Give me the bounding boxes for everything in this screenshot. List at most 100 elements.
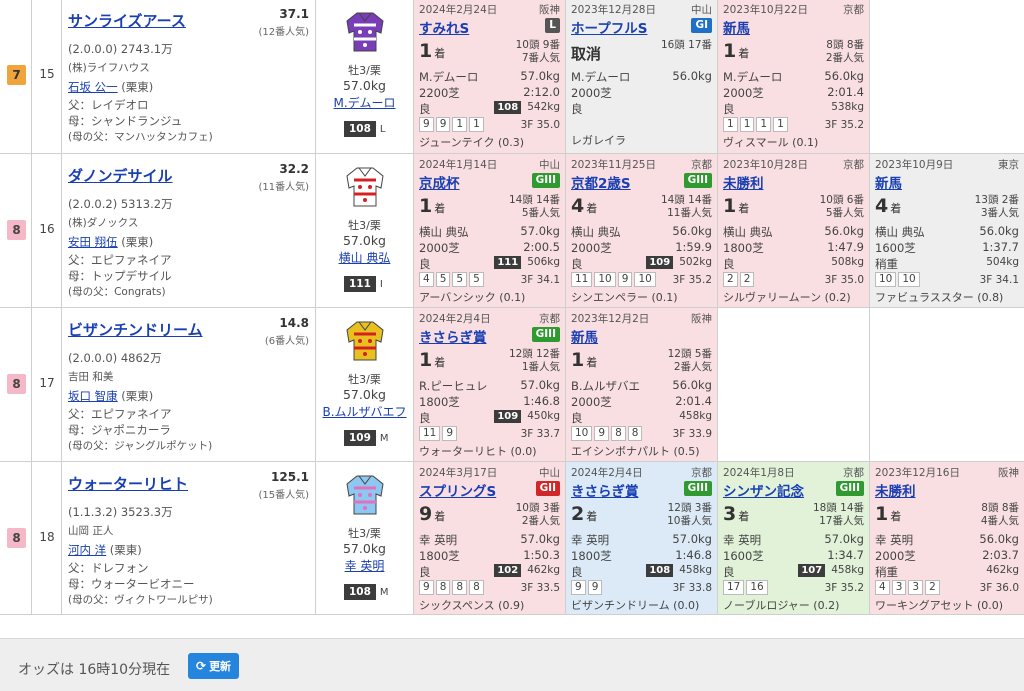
refresh-icon: ⟳ bbox=[196, 659, 207, 673]
track-condition: 良 bbox=[723, 102, 735, 116]
horse-weight-value: 458kg bbox=[831, 564, 864, 576]
past-weight: 57.0kg bbox=[520, 378, 560, 392]
field-info: 14頭 14番 5番人気 bbox=[509, 194, 560, 220]
past-race-cell[interactable]: 2024年2月4日 京都 きさらぎ賞 GIII 2 着 12頭 3番 10番人気幸 英明 57.… bbox=[566, 462, 718, 614]
past-race-name-link[interactable]: 京成杯 bbox=[419, 172, 460, 192]
past-popularity: 5番人気 bbox=[825, 207, 864, 219]
finish-number: 取消 bbox=[571, 45, 602, 63]
refresh-label: 更新 bbox=[209, 660, 232, 673]
jockey-link[interactable]: B.ムルザバエフ bbox=[316, 403, 413, 420]
trainer-link[interactable]: 坂口 智康 bbox=[68, 389, 118, 403]
jockey-link[interactable]: 幸 英明 bbox=[316, 557, 413, 574]
jockey-link[interactable]: M.デムーロ bbox=[316, 94, 413, 111]
jockey-silks-icon bbox=[346, 12, 384, 52]
finish-position: 1着 bbox=[723, 40, 749, 62]
past-race-name-link[interactable]: 京都2歳S bbox=[571, 172, 631, 192]
speed-index: 109 bbox=[494, 410, 522, 423]
finish-position: 1着 bbox=[571, 349, 597, 371]
corner-position: 5 bbox=[469, 272, 484, 287]
track-condition: 良 bbox=[723, 565, 735, 579]
owner-name: 山岡 正人 bbox=[68, 525, 114, 537]
trainer-link[interactable]: 河内 洋 bbox=[68, 543, 106, 557]
horse-name-link[interactable]: サンライズアース bbox=[68, 10, 186, 31]
past-race-name-link[interactable]: すみれS bbox=[419, 17, 469, 37]
past-race-cell[interactable]: 2024年2月24日 阪神 すみれS L 1 着 10頭 9番 7番人気 M.デムーロ 57.0k… bbox=[414, 0, 566, 153]
corner-position: 9 bbox=[617, 272, 633, 287]
waku-badge: 8 bbox=[7, 220, 26, 240]
past-race-cell[interactable]: 2024年1月8日 京都 シンザン記念 GIII 3 着 18頭 14番 17番人気幸 英明 5… bbox=[718, 462, 870, 614]
waku-badge: 7 bbox=[7, 65, 26, 85]
past-race-date: 2024年3月17日 bbox=[419, 467, 498, 479]
corner-positions: 10 10 bbox=[875, 272, 922, 287]
corner-position: 8 bbox=[435, 580, 451, 595]
horse-weight: 108 458kg bbox=[646, 564, 712, 577]
jockey-link[interactable]: 横山 典弘 bbox=[316, 249, 413, 266]
past-race-name-link[interactable]: 新馬 bbox=[875, 172, 902, 192]
past-distance: 2000芝 bbox=[571, 86, 612, 100]
past-race-name-link[interactable]: きさらぎ賞 bbox=[419, 326, 487, 346]
horse-name-link[interactable]: ダノンデサイル bbox=[68, 165, 173, 186]
corner-position: 8 bbox=[469, 580, 484, 595]
winner-margin: エイシンボナパルト (0.5) bbox=[571, 445, 700, 458]
past-distance: 1800芝 bbox=[723, 241, 764, 255]
past-race-venue: 京都 bbox=[691, 467, 712, 479]
past-race-venue: 京都 bbox=[843, 467, 864, 479]
past-race-cell[interactable]: 2024年2月4日 京都 きさらぎ賞 GIII 1 着 12頭 12番 1番人気 R.ピーヒュレ… bbox=[414, 308, 566, 461]
past-race-cell[interactable]: 2023年10月9日 東京 新馬 4 着 13頭 2番 3番人気 横山 典弘 56.0kg 160… bbox=[870, 154, 1024, 307]
odds-footer: オッズは 16時10分現在 ⟳ 更新 bbox=[0, 638, 1024, 691]
past-popularity: 4番人気 bbox=[980, 515, 1019, 527]
winner-margin: ビザンチンドリーム (0.0) bbox=[571, 599, 700, 612]
past-race-name-link[interactable]: きさらぎ賞 bbox=[571, 480, 639, 500]
past-race-cell[interactable]: 2024年3月17日 中山 スプリングS GII 9 着 10頭 3番 2番人気幸 英明 57.… bbox=[414, 462, 566, 614]
past-time: 1:46.8 bbox=[675, 548, 712, 562]
past-race-name-link[interactable]: ホープフルS bbox=[571, 17, 647, 37]
past-weight: 56.0kg bbox=[824, 224, 864, 238]
past-time: 1:59.9 bbox=[675, 240, 712, 254]
past-race-cell[interactable]: 2023年10月22日 京都 新馬 1 着 8頭 8番 2番人気 M.デムーロ 56.0kg 20… bbox=[718, 0, 870, 153]
field-size-gate: 10頭 6番 bbox=[819, 194, 864, 206]
past-race-cell[interactable]: 2023年10月28日 京都 未勝利 1 着 10頭 6番 5番人気 横山 典弘 56.0kg 1… bbox=[718, 154, 870, 307]
finish-suffix: 着 bbox=[890, 510, 902, 523]
past-distance: 2200芝 bbox=[419, 86, 460, 100]
finish-position: 1着 bbox=[419, 349, 445, 371]
past-race-cell[interactable]: 2023年12月16日 阪神 未勝利 1 着 8頭 8番 4番人気幸 英明 56.0kg 200… bbox=[870, 462, 1024, 614]
past-time: 1:34.7 bbox=[827, 548, 864, 562]
refresh-button[interactable]: ⟳ 更新 bbox=[188, 653, 240, 679]
speed-index: 102 bbox=[494, 564, 522, 577]
field-size-gate: 14頭 14番 bbox=[508, 194, 560, 206]
horse-row: 8 16 ダノンデサイル 32.2 (11番人気) (2.0.0.2) 5313.2万 (株… bbox=[0, 154, 1024, 308]
rating-rank: M bbox=[379, 587, 389, 598]
past-race-cell[interactable]: 2023年12月2日 阪神 新馬 1 着 12頭 5番 2番人気 B.ムルザバエ 56.0kg 2… bbox=[566, 308, 718, 461]
odds-time-text: オッズは 16時10分現在 bbox=[18, 662, 171, 678]
track-condition: 良 bbox=[571, 102, 583, 116]
horse-name-link[interactable]: ビザンチンドリーム bbox=[68, 319, 203, 340]
past-race-name-link[interactable]: 未勝利 bbox=[875, 480, 916, 500]
sire-name: 父：エピファネイア bbox=[68, 253, 172, 267]
horse-name-link[interactable]: ウォーターリヒト bbox=[68, 473, 188, 494]
trainer-link[interactable]: 安田 翔伍 bbox=[68, 235, 118, 249]
corner-position: 9 bbox=[594, 426, 610, 441]
field-size-gate: 10頭 3番 bbox=[515, 502, 560, 514]
corner-position: 8 bbox=[627, 426, 643, 441]
past-race-name-link[interactable]: スプリングS bbox=[419, 480, 496, 500]
past-race-name-link[interactable]: 新馬 bbox=[571, 326, 598, 346]
rating-value: 111 bbox=[344, 276, 376, 292]
past-race-cell[interactable]: 2024年1月14日 中山 京成杯 GIII 1 着 14頭 14番 5番人気 横山 典弘 57.… bbox=[414, 154, 566, 307]
past-race-name-link[interactable]: 未勝利 bbox=[723, 172, 764, 192]
horse-info-cell: ダノンデサイル 32.2 (11番人気) (2.0.0.2) 5313.2万 (株)ダノ… bbox=[62, 154, 316, 307]
carried-weight: 57.0kg bbox=[342, 387, 386, 402]
past-race-cell[interactable]: 2023年12月28日 中山 ホープフルS GI 取消 16頭 17番 M.デムーロ 56.0… bbox=[566, 0, 718, 153]
odds-value: 37.1 bbox=[279, 7, 309, 21]
corner-position: 10 bbox=[875, 272, 897, 287]
past-race-date: 2023年10月9日 bbox=[875, 159, 954, 171]
trainer-link[interactable]: 石坂 公一 bbox=[68, 80, 118, 94]
past-race-venue: 中山 bbox=[539, 159, 560, 171]
grade-badge: GIII bbox=[531, 173, 560, 188]
past-race-name-link[interactable]: シンザン記念 bbox=[723, 480, 804, 500]
past-race-venue: 阪神 bbox=[539, 4, 560, 16]
past-race-cell bbox=[870, 0, 1024, 153]
corner-positions: 17 16 bbox=[723, 580, 770, 595]
past-race-cell[interactable]: 2023年11月25日 京都 京都2歳S GIII 4 着 14頭 14番 11番人気 横山 典… bbox=[566, 154, 718, 307]
past-race-name-link[interactable]: 新馬 bbox=[723, 17, 750, 37]
field-info: 18頭 14番 17番人気 bbox=[813, 502, 864, 528]
